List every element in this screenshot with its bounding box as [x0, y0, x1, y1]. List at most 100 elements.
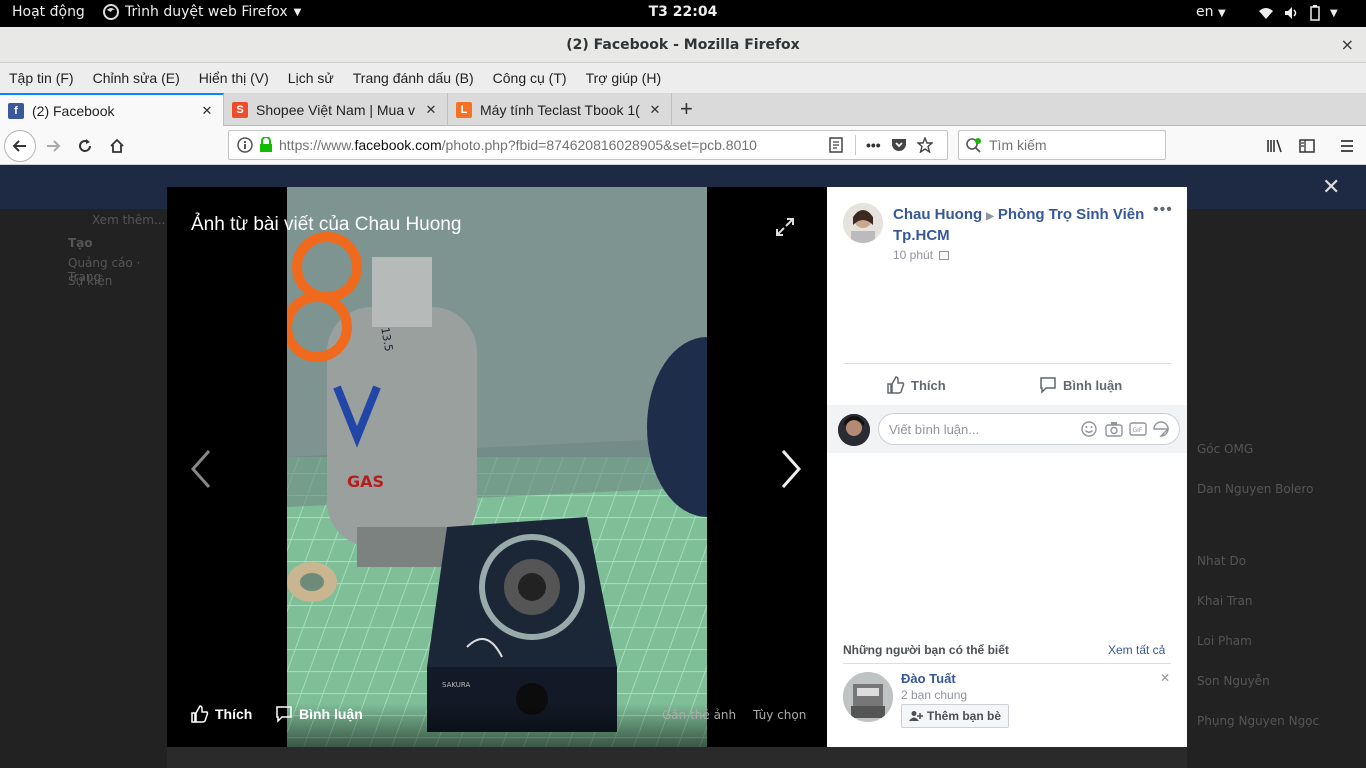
friend-avatar-image [843, 672, 893, 722]
url-prefix: https://www. [279, 137, 355, 153]
home-icon [110, 138, 124, 153]
battery-icon [1310, 5, 1320, 21]
see-all-link[interactable]: Xem tất cả [1108, 643, 1165, 657]
author-name-link[interactable]: Chau Huong [893, 206, 982, 223]
contact-item[interactable]: Phụng Nguyen Ngọc [1197, 714, 1319, 728]
arrow-left-icon [12, 140, 26, 152]
audience-group-icon [939, 251, 950, 261]
add-friend-button[interactable]: Thêm bạn bè [901, 704, 1009, 728]
viewer-comment-label: Bình luận [299, 706, 363, 722]
forward-button[interactable] [40, 133, 66, 159]
contact-item[interactable]: Góc OMG [1197, 442, 1253, 456]
menu-edit[interactable]: Chỉnh sửa (E) [93, 70, 180, 86]
post-photo[interactable]: GAS 13.5 SAKURA [287, 187, 707, 747]
clock[interactable]: T3 22:04 [0, 4, 1366, 20]
menu-file[interactable]: Tập tin (F) [9, 70, 74, 86]
system-tray[interactable]: ▼ [1258, 5, 1338, 21]
tab-label: Máy tính Teclast Tbook 1( [480, 101, 640, 118]
page-content: Xem thêm... Tạo Quảng cáo · Trang Sự kiệ… [0, 165, 1366, 768]
menu-bookmarks[interactable]: Trang đánh dấu (B) [353, 70, 474, 86]
contact-item[interactable]: Nhat Do [1197, 554, 1246, 568]
like-label: Thích [911, 377, 946, 393]
expand-icon[interactable] [775, 217, 795, 237]
gif-icon[interactable]: GIF [1129, 421, 1147, 437]
facebook-icon: f [8, 102, 24, 119]
close-tab-icon[interactable]: ✕ [647, 102, 663, 118]
comment-button[interactable]: Bình luận [1039, 376, 1122, 394]
separator [855, 135, 856, 155]
see-more-link[interactable]: Xem thêm... [92, 213, 165, 227]
pocket-icon[interactable] [891, 138, 907, 152]
window-close-button[interactable]: × [1341, 27, 1354, 63]
friend-name-link[interactable]: Đào Tuất [901, 671, 956, 686]
back-button[interactable] [4, 130, 36, 162]
user-avatar-image [838, 414, 870, 446]
divider [843, 663, 1171, 664]
menu-tools[interactable]: Công cụ (T) [493, 70, 567, 86]
menu-bar: Tập tin (F) Chỉnh sửa (E) Hiển thị (V) L… [0, 63, 1366, 93]
dismiss-suggestion-icon[interactable]: ✕ [1160, 671, 1170, 685]
url-domain: facebook.com [354, 137, 442, 153]
contact-item[interactable]: Son Nguyễn [1197, 674, 1270, 688]
options-link[interactable]: Tùy chọn [753, 708, 806, 722]
lock-icon[interactable] [259, 137, 273, 153]
viewer-like-button[interactable]: Thích [191, 705, 252, 723]
reader-view-icon[interactable] [829, 137, 843, 153]
new-tab-button[interactable]: + [680, 96, 693, 122]
hamburger-icon [1341, 140, 1353, 152]
contact-item[interactable]: Dan Nguyen Bolero [1197, 482, 1313, 496]
library-button[interactable] [1262, 133, 1288, 159]
close-viewer-icon[interactable]: ✕ [1322, 175, 1340, 200]
comment-composer: Viết bình luận... GIF [827, 405, 1187, 453]
menu-button[interactable] [1334, 133, 1360, 159]
chevron-down-icon: ▼ [1217, 8, 1226, 19]
post-info-panel: Chau Huong ▶ Phòng Trọ Sinh Viên Tp.HCM ••… [827, 187, 1187, 747]
next-photo-icon[interactable] [779, 449, 803, 489]
post-timestamp[interactable]: 10 phút [893, 248, 950, 262]
like-button[interactable]: Thích [887, 376, 946, 394]
bookmark-star-icon[interactable] [916, 137, 933, 153]
tab-teclast[interactable]: L Máy tính Teclast Tbook 1( ✕ [448, 93, 672, 126]
info-icon[interactable] [237, 137, 253, 153]
library-icon [1267, 139, 1282, 153]
chevron-down-icon: ▼ [1330, 7, 1338, 19]
menu-help[interactable]: Trợ giúp (H) [586, 70, 662, 86]
photo-gas-stove: GAS 13.5 SAKURA [287, 187, 707, 747]
close-tab-icon[interactable]: ✕ [423, 102, 439, 118]
viewer-comment-button[interactable]: Bình luận [275, 705, 363, 723]
author-avatar[interactable] [843, 203, 883, 243]
user-avatar[interactable] [838, 414, 870, 446]
sidebar-button[interactable] [1294, 133, 1320, 159]
volume-icon [1285, 7, 1297, 19]
menu-view[interactable]: Hiển thị (V) [199, 70, 269, 86]
url-text[interactable]: https://www.facebook.com/photo.php?fbid=… [279, 137, 819, 153]
tab-label: (2) Facebook [32, 102, 115, 119]
shopee-icon: S [232, 101, 248, 118]
camera-icon[interactable] [1105, 421, 1123, 437]
friend-suggestion-avatar[interactable] [843, 672, 893, 722]
divider [843, 363, 1171, 364]
tab-facebook[interactable]: f (2) Facebook ✕ [0, 93, 224, 126]
mutual-friends-count[interactable]: 2 bạn chung [901, 688, 967, 702]
viewer-title: Ảnh từ bài viết của Chau Huong [191, 214, 462, 235]
tag-photo-link[interactable]: Gắn thẻ ảnh [662, 708, 736, 722]
lazada-icon: L [456, 101, 472, 118]
page-actions-icon[interactable]: ••• [866, 137, 881, 153]
language-indicator[interactable]: en ▼ [1196, 4, 1226, 20]
more-options-icon[interactable]: ••• [1153, 201, 1173, 219]
comment-input[interactable]: Viết bình luận... GIF [878, 413, 1180, 445]
close-tab-icon[interactable]: ✕ [199, 103, 215, 119]
menu-history[interactable]: Lịch sử [288, 70, 334, 86]
events-link[interactable]: Sự kiện [68, 274, 112, 288]
emoji-icon[interactable] [1081, 421, 1097, 437]
contact-item[interactable]: Khai Tran [1197, 594, 1252, 608]
address-bar[interactable]: https://www.facebook.com/photo.php?fbid=… [228, 130, 948, 160]
contact-item[interactable]: Loi Pham [1197, 634, 1252, 648]
search-bar[interactable]: Tìm kiếm [958, 130, 1166, 160]
sticker-icon[interactable] [1153, 421, 1169, 437]
reload-button[interactable] [72, 133, 98, 159]
tab-shopee[interactable]: S Shopee Việt Nam | Mua v ✕ [224, 93, 448, 126]
photo-label-gas: GAS [347, 472, 384, 491]
previous-photo-icon[interactable] [189, 449, 213, 489]
home-button[interactable] [104, 133, 130, 159]
